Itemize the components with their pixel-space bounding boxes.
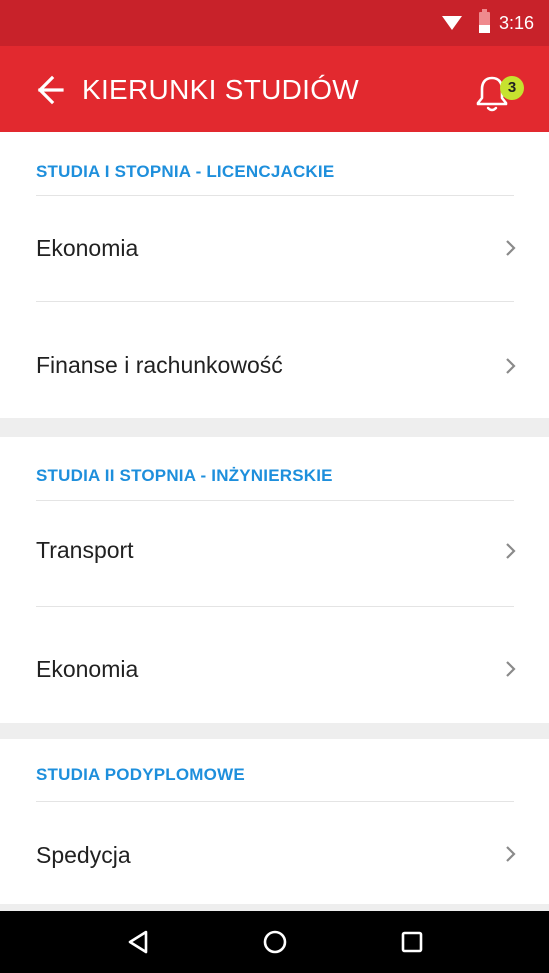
chevron-right-icon xyxy=(505,356,517,376)
back-triangle-icon[interactable] xyxy=(118,922,158,962)
section-header: STUDIA PODYPLOMOWE xyxy=(36,765,245,784)
list-item-label: Transport xyxy=(36,537,134,563)
status-bar: 3:16 xyxy=(0,0,549,46)
page-title: KIERUNKI STUDIÓW xyxy=(82,74,360,105)
navigation-bar xyxy=(0,911,549,973)
section-header: STUDIA II STOPNIA - INŻYNIERSKIE xyxy=(36,466,333,485)
wifi-icon xyxy=(442,16,462,30)
section-podyplomowe: STUDIA PODYPLOMOWE Spedycja xyxy=(0,739,549,904)
section-inzynierskie: STUDIA II STOPNIA - INŻYNIERSKIE Transpo… xyxy=(0,437,549,723)
list-item[interactable]: Spedycja xyxy=(0,802,549,904)
home-circle-icon[interactable] xyxy=(255,922,295,962)
arrow-left-icon[interactable] xyxy=(28,70,68,110)
chevron-right-icon xyxy=(505,238,517,258)
list-item-label: Ekonomia xyxy=(36,235,139,261)
list-item-label: Finanse i rachunkowość xyxy=(36,352,283,378)
app-bar: KIERUNKI STUDIÓW 3 xyxy=(0,46,549,132)
list-item-label: Ekonomia xyxy=(36,656,139,682)
status-time: 3:16 xyxy=(499,13,535,33)
battery-icon xyxy=(479,9,490,33)
list-item[interactable]: Ekonomia xyxy=(0,196,549,301)
list-item[interactable]: Ekonomia xyxy=(0,607,549,723)
notification-badge: 3 xyxy=(500,76,524,100)
recents-square-icon[interactable] xyxy=(392,922,432,962)
chevron-right-icon xyxy=(505,844,517,864)
section-header: STUDIA I STOPNIA - LICENCJACKIE xyxy=(36,162,335,181)
screen: 3:16 KIERUNKI STUDIÓW 3 STUDIA I STOPNIA… xyxy=(0,0,549,973)
section-licencjackie: STUDIA I STOPNIA - LICENCJACKIE Ekonomia… xyxy=(0,132,549,418)
chevron-right-icon xyxy=(505,541,517,561)
list-item[interactable]: Finanse i rachunkowość xyxy=(0,302,549,418)
chevron-right-icon xyxy=(505,659,517,679)
list-item-label: Spedycja xyxy=(36,842,131,868)
list-item[interactable]: Transport xyxy=(0,501,549,606)
